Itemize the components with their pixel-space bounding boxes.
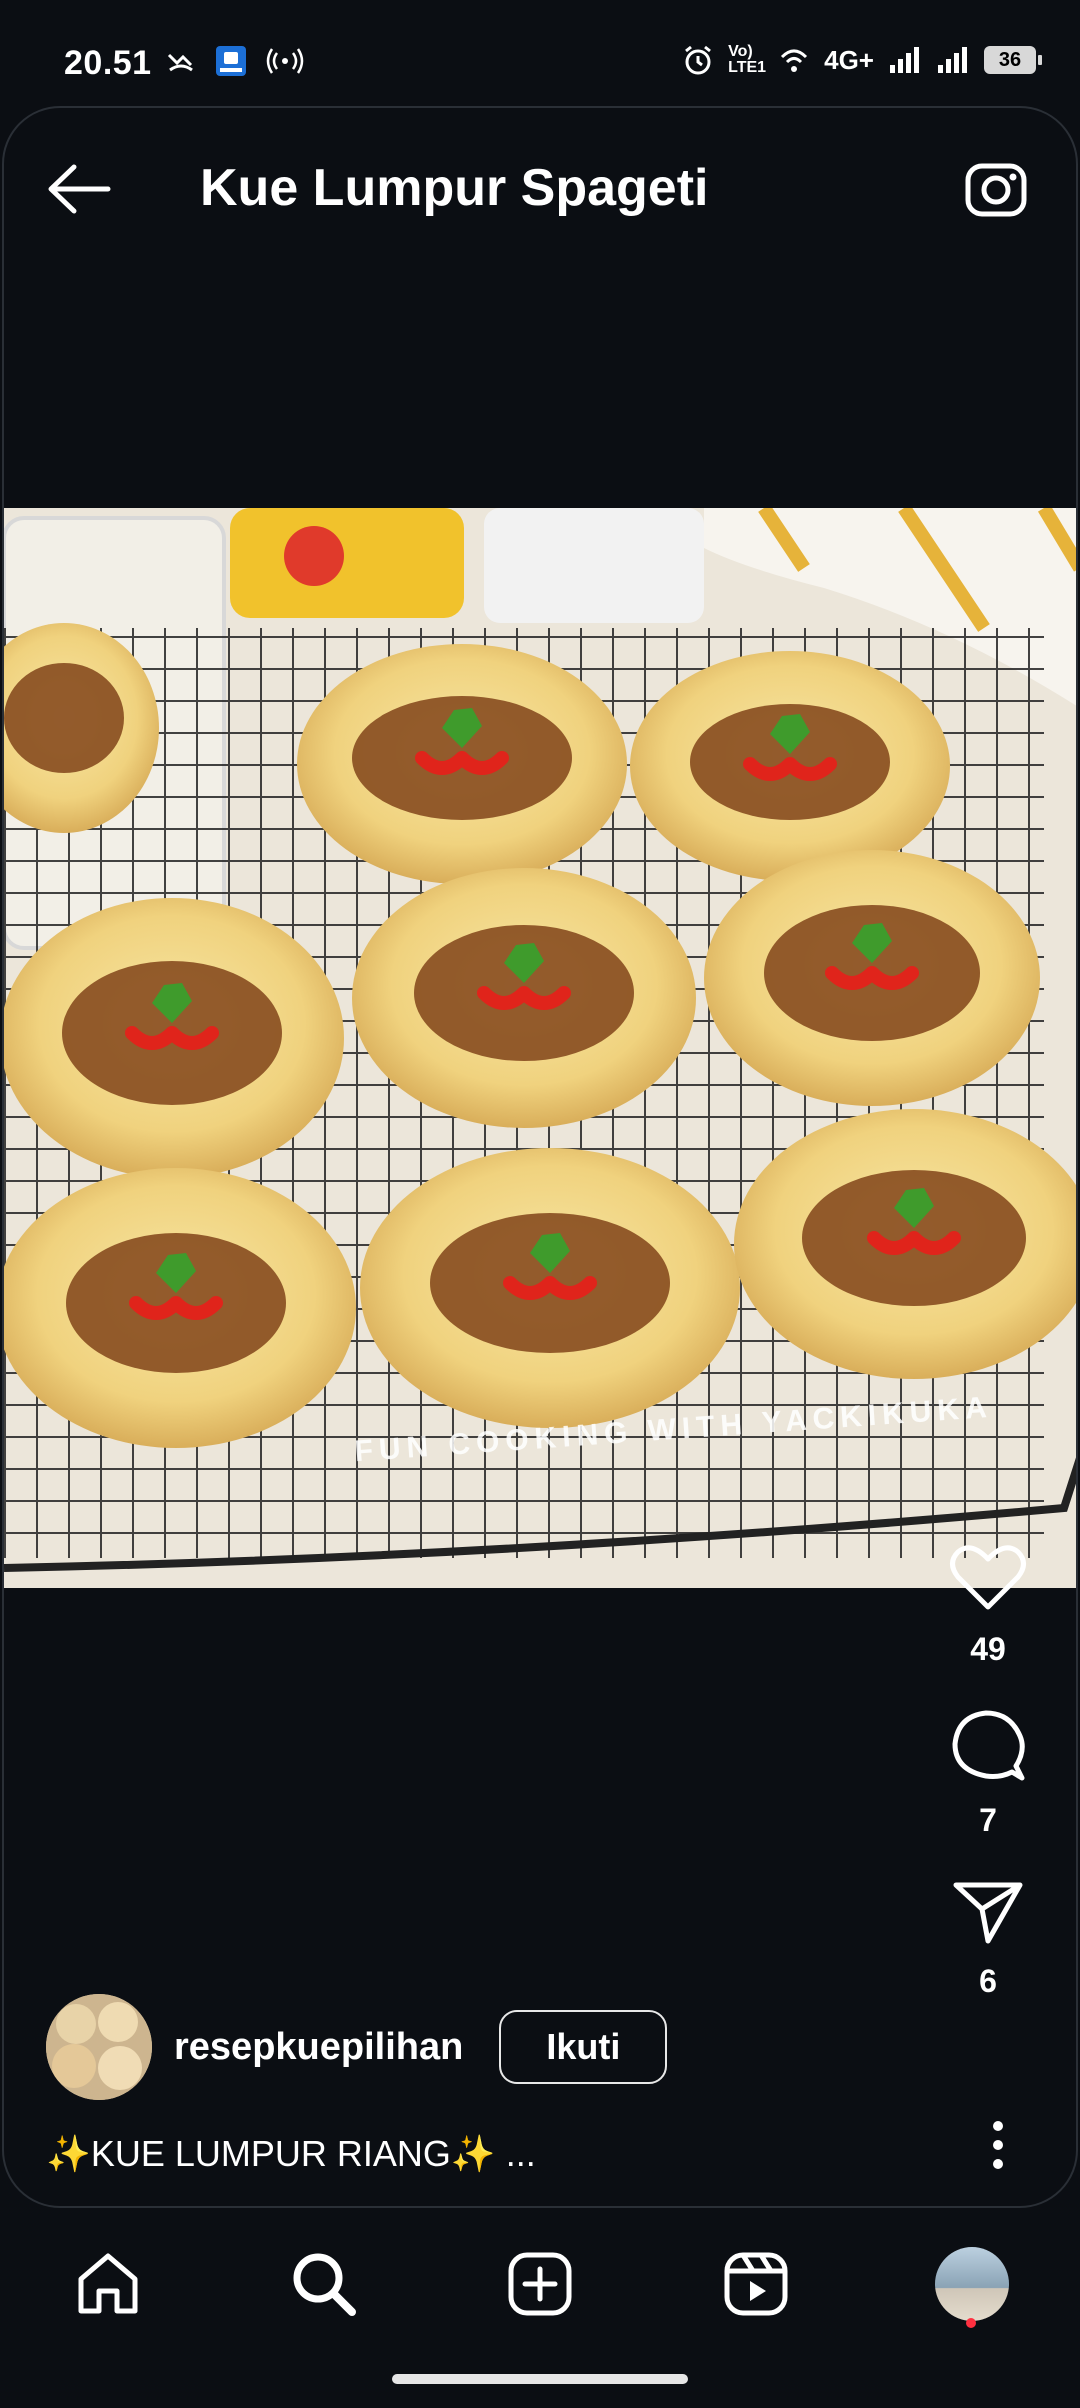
- send-icon: [953, 1882, 1023, 1944]
- app-notification-icon: [216, 46, 246, 76]
- author-username[interactable]: resepkuepilihan: [174, 2026, 463, 2069]
- alarm-icon: [685, 45, 712, 75]
- camera-icon: [965, 163, 1027, 217]
- reels-icon: [724, 2252, 788, 2316]
- home-indicator[interactable]: [392, 2374, 688, 2384]
- post-image[interactable]: FUN COOKING WITH YACKIKUKA: [4, 508, 1076, 1588]
- nav-home[interactable]: [60, 2236, 156, 2332]
- nav-search[interactable]: [276, 2236, 372, 2332]
- more-options-button[interactable]: [968, 2110, 1028, 2180]
- status-bar: 20.51 Vo) LTE1 4G+ 36: [0, 0, 1080, 110]
- camera-button[interactable]: [960, 152, 1032, 224]
- signal-icon-2: [938, 47, 967, 73]
- network-type: 4G+: [824, 44, 874, 75]
- nav-reels[interactable]: [708, 2236, 804, 2332]
- volte-label: Vo) LTE1: [728, 43, 767, 76]
- back-arrow-icon: [48, 164, 111, 214]
- like-button[interactable]: 49: [949, 1543, 1027, 1668]
- status-right-icons: Vo) LTE1 4G+ 36: [682, 43, 1042, 76]
- follow-button[interactable]: Ikuti: [499, 2010, 668, 2084]
- nav-create[interactable]: [492, 2236, 588, 2332]
- action-rail: 49 7 6: [928, 1543, 1048, 2000]
- comment-icon: [952, 1710, 1025, 1781]
- share-count: 6: [979, 1963, 997, 1999]
- home-icon: [78, 2253, 138, 2314]
- notification-dot: [966, 2318, 976, 2328]
- post-caption[interactable]: ✨KUE LUMPUR RIANG✨ ...: [46, 2133, 536, 2175]
- missed-call-icon: [167, 53, 193, 72]
- page-title: Kue Lumpur Spageti: [200, 159, 709, 217]
- avatar-image: [46, 1994, 152, 2100]
- post-card: Kue Lumpur Spageti FUN COOKING WITH YACK…: [2, 106, 1078, 2208]
- wifi-icon: [781, 49, 808, 72]
- more-vertical-icon: [993, 2121, 1003, 2169]
- search-icon: [293, 2253, 356, 2316]
- heart-icon: [950, 1545, 1026, 1610]
- create-icon: [508, 2252, 572, 2316]
- author-avatar[interactable]: [46, 1994, 152, 2100]
- status-left-icons: [166, 44, 304, 78]
- signal-icon: [890, 47, 919, 73]
- post-header: Kue Lumpur Spageti: [4, 108, 1076, 258]
- like-count: 49: [970, 1631, 1006, 1667]
- comment-button[interactable]: 7: [950, 1708, 1026, 1839]
- hotspot-icon: [266, 48, 304, 74]
- back-button[interactable]: [44, 154, 114, 224]
- battery-indicator: 36: [984, 46, 1042, 74]
- share-button[interactable]: 6: [952, 1879, 1024, 2000]
- status-time: 20.51: [64, 44, 152, 82]
- comment-count: 7: [979, 1802, 997, 1838]
- author-row: resepkuepilihan Ikuti: [46, 1994, 668, 2100]
- profile-avatar: [935, 2247, 1009, 2321]
